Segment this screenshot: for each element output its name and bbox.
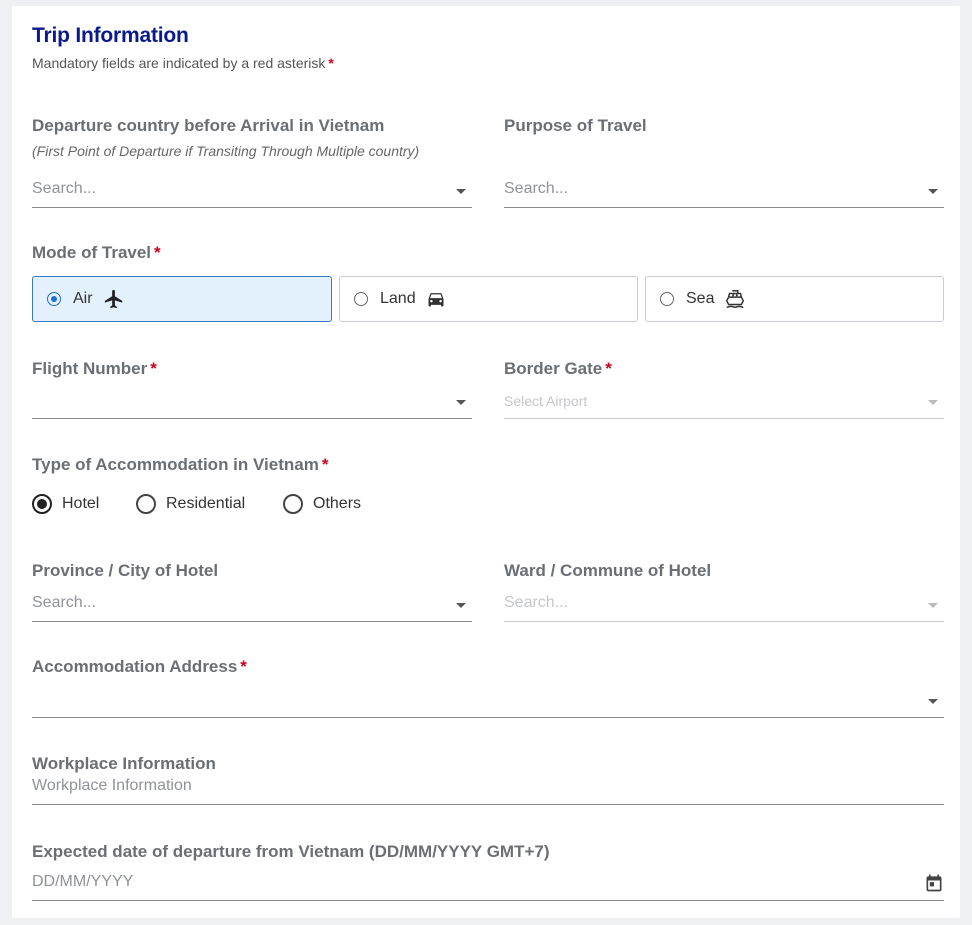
accommodation-address-label-text: Accommodation Address [32, 657, 238, 676]
accommodation-label-residential: Residential [166, 495, 246, 512]
chevron-down-icon[interactable] [456, 603, 466, 608]
chevron-down-icon[interactable] [928, 699, 938, 704]
accommodation-radio-hotel[interactable] [32, 494, 52, 514]
chevron-down-icon[interactable] [456, 400, 466, 405]
workplace-input[interactable]: Workplace Information [32, 773, 944, 805]
mode-option-air[interactable]: Air [32, 276, 332, 322]
chevron-down-icon[interactable] [456, 189, 466, 194]
accommodation-address-select[interactable] [32, 686, 944, 718]
ward-label: Ward / Commune of Hotel [504, 561, 712, 580]
chevron-down-icon[interactable] [928, 189, 938, 194]
departure-country-label: Departure country before Arrival in Viet… [32, 116, 385, 135]
trip-information-card: Trip Information Mandatory fields are in… [12, 6, 960, 918]
accommodation-address-label: Accommodation Address * [32, 657, 247, 677]
province-placeholder: Search... [32, 594, 97, 611]
workplace-placeholder: Workplace Information [32, 777, 192, 794]
accommodation-label-others: Others [313, 495, 362, 512]
ward-placeholder: Search... [504, 594, 569, 611]
mode-of-travel-label-text: Mode of Travel [32, 243, 152, 262]
chevron-down-icon[interactable] [928, 603, 938, 608]
required-asterisk: * [240, 657, 247, 676]
province-select[interactable]: Search... [32, 590, 472, 622]
accommodation-type-label: Type of Accommodation in Vietnam * [32, 455, 328, 475]
accommodation-radio-others[interactable] [283, 494, 303, 514]
accommodation-label-hotel: Hotel [62, 495, 100, 512]
airplane-icon [103, 288, 125, 310]
required-asterisk: * [605, 359, 612, 378]
chevron-down-icon[interactable] [928, 400, 938, 405]
flight-number-label-text: Flight Number [32, 359, 148, 378]
page-title: Trip Information [32, 24, 189, 47]
accommodation-option-residential[interactable]: Residential [136, 494, 245, 514]
mode-label-air: Air [73, 290, 93, 307]
workplace-label: Workplace Information [32, 754, 216, 773]
required-asterisk: * [321, 455, 329, 474]
purpose-select[interactable]: Search... [504, 176, 944, 208]
accommodation-option-hotel[interactable]: Hotel [32, 494, 99, 514]
ship-icon [724, 288, 746, 310]
ward-select[interactable]: Search... [504, 590, 944, 622]
mode-of-travel-label: Mode of Travel * [32, 243, 161, 263]
mode-option-sea[interactable]: Sea [645, 276, 944, 322]
accommodation-option-others[interactable]: Others [283, 494, 361, 514]
mode-label-sea: Sea [686, 290, 715, 307]
mode-label-land: Land [380, 290, 416, 307]
flight-number-select[interactable] [32, 387, 472, 419]
mandatory-note-text: Mandatory fields are indicated by a red … [32, 55, 326, 71]
required-asterisk: * [328, 55, 334, 71]
required-asterisk: * [154, 243, 161, 262]
mode-radio-sea[interactable] [660, 292, 674, 306]
required-asterisk: * [150, 359, 157, 378]
mode-radio-land[interactable] [354, 292, 368, 306]
car-icon [426, 289, 446, 309]
border-gate-placeholder: Select Airport [504, 393, 588, 409]
departure-country-select[interactable]: Search... [32, 176, 472, 208]
departure-country-placeholder: Search... [32, 180, 97, 197]
province-label: Province / City of Hotel [32, 561, 219, 580]
departure-date-label: Expected date of departure from Vietnam … [32, 842, 550, 861]
accommodation-type-label-text: Type of Accommodation in Vietnam [32, 455, 319, 474]
border-gate-select[interactable]: Select Airport [504, 387, 944, 419]
departure-date-placeholder: DD/MM/YYYY [32, 873, 134, 890]
mandatory-note: Mandatory fields are indicated by a red … [32, 55, 334, 71]
flight-number-label: Flight Number * [32, 359, 157, 379]
calendar-icon[interactable] [924, 872, 944, 899]
departure-date-input[interactable]: DD/MM/YYYY [32, 869, 944, 901]
departure-country-hint: (First Point of Departure if Transiting … [32, 143, 420, 159]
border-gate-label-text: Border Gate [504, 359, 603, 378]
accommodation-radio-residential[interactable] [136, 494, 156, 514]
border-gate-label: Border Gate * [504, 359, 612, 379]
purpose-placeholder: Search... [504, 180, 569, 197]
mode-option-land[interactable]: Land [339, 276, 638, 322]
mode-radio-air[interactable] [47, 292, 61, 306]
purpose-label: Purpose of Travel [504, 116, 647, 135]
